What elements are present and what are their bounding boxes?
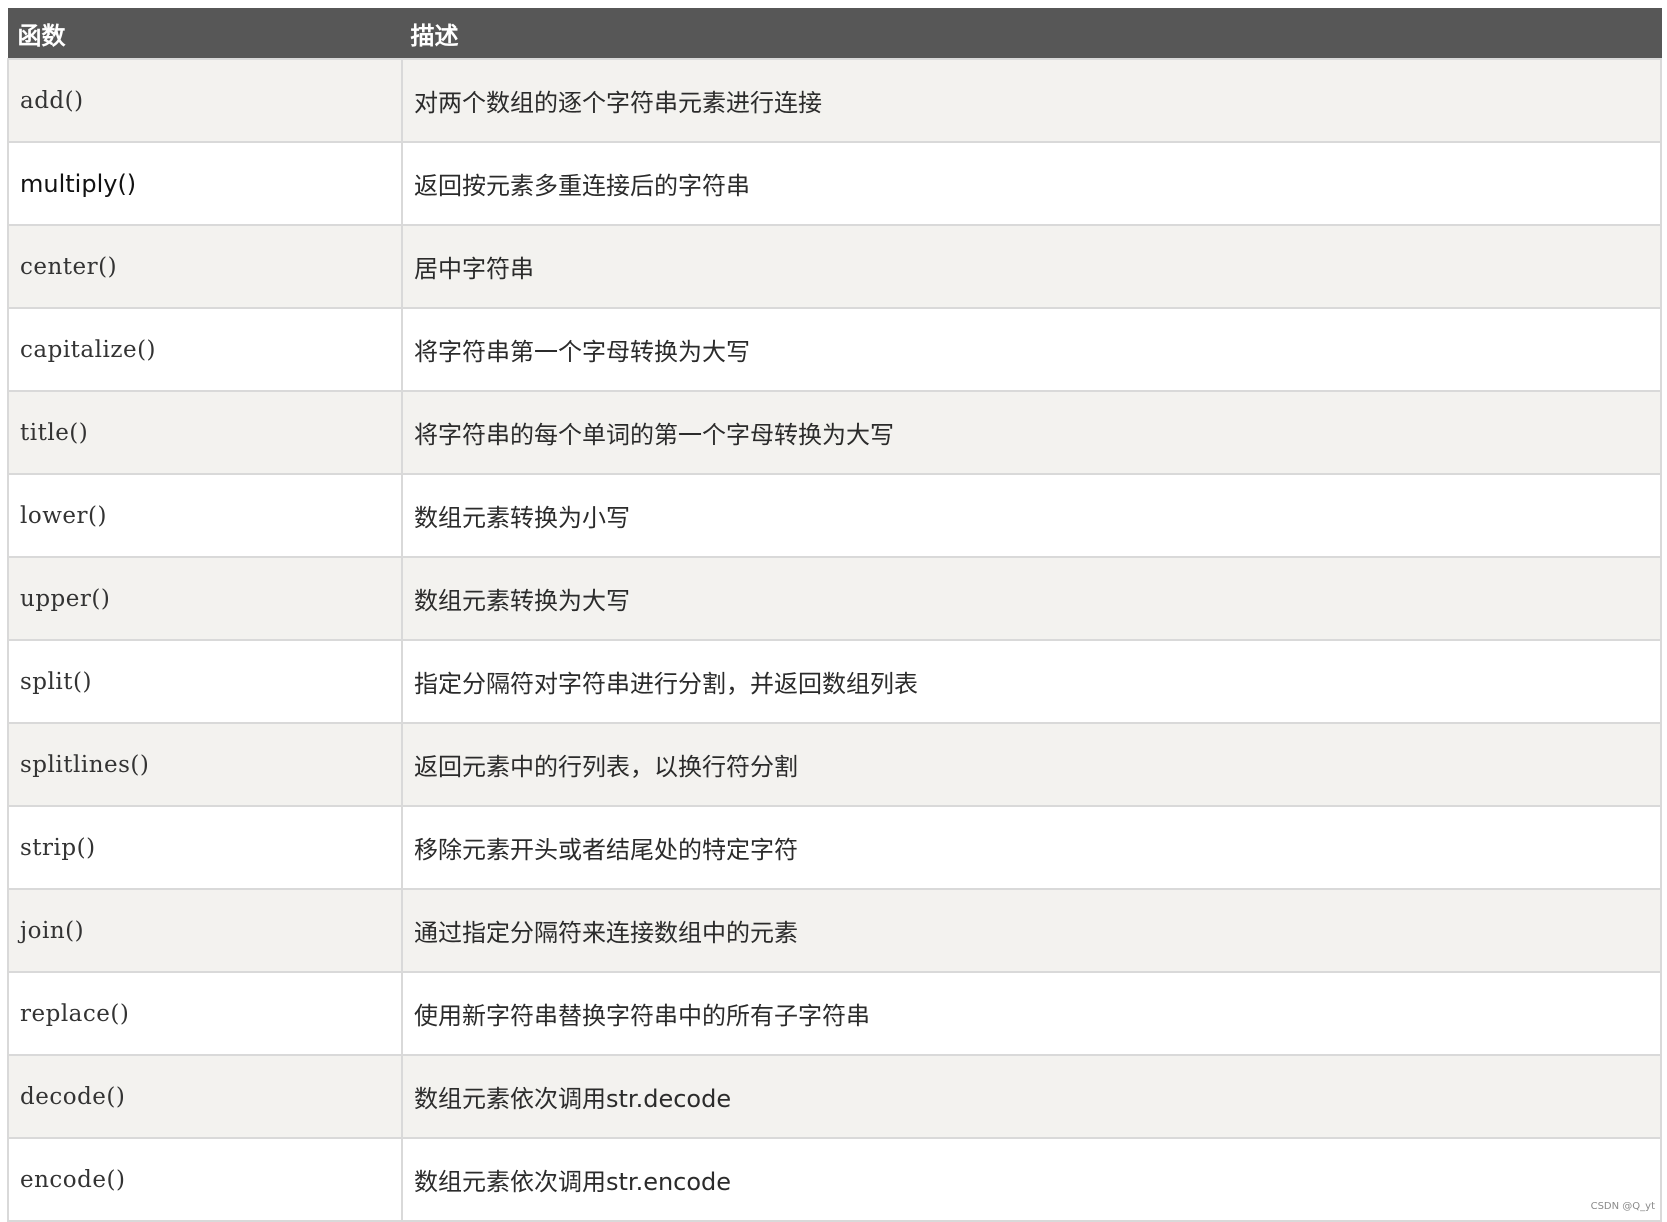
function-name: title() — [7, 390, 403, 475]
function-name: splitlines() — [7, 722, 403, 807]
table-row: title() 将字符串的每个单词的第一个字母转换为大写 — [7, 390, 1662, 475]
function-name: add() — [7, 58, 403, 143]
function-description: 移除元素开头或者结尾处的特定字符 — [401, 805, 1662, 890]
table-row: encode() 数组元素依次调用str.encode — [7, 1137, 1662, 1222]
function-description: 数组元素转换为小写 — [401, 473, 1662, 558]
table-row: multiply() 返回按元素多重连接后的字符串 — [7, 141, 1662, 226]
function-name: strip() — [7, 805, 403, 890]
function-name: multiply() — [7, 141, 403, 226]
table-row: decode() 数组元素依次调用str.decode — [7, 1054, 1662, 1139]
function-description: 将字符串第一个字母转换为大写 — [401, 307, 1662, 392]
function-description: 返回按元素多重连接后的字符串 — [401, 141, 1662, 226]
function-name: center() — [7, 224, 403, 309]
function-name: capitalize() — [7, 307, 403, 392]
function-name: encode() — [7, 1137, 403, 1222]
table-row: add() 对两个数组的逐个字符串元素进行连接 — [7, 58, 1662, 143]
watermark: CSDN @Q_yt — [1590, 1201, 1655, 1212]
table-row: lower() 数组元素转换为小写 — [7, 473, 1662, 558]
table-row: split() 指定分隔符对字符串进行分割，并返回数组列表 — [7, 639, 1662, 724]
function-name: split() — [7, 639, 403, 724]
table-header: 函数 描述 — [7, 8, 1662, 60]
function-name: join() — [7, 888, 403, 973]
table-row: splitlines() 返回元素中的行列表，以换行符分割 — [7, 722, 1662, 807]
table-row: replace() 使用新字符串替换字符串中的所有子字符串 — [7, 971, 1662, 1056]
function-name: decode() — [7, 1054, 403, 1139]
page: 函数 描述 add() 对两个数组的逐个字符串元素进行连接 multiply()… — [7, 8, 1662, 1222]
function-description: 通过指定分隔符来连接数组中的元素 — [401, 888, 1662, 973]
function-name: lower() — [7, 473, 403, 558]
table-row: capitalize() 将字符串第一个字母转换为大写 — [7, 307, 1662, 392]
function-description: 指定分隔符对字符串进行分割，并返回数组列表 — [401, 639, 1662, 724]
function-description: 数组元素依次调用str.decode — [401, 1054, 1662, 1139]
function-description: 使用新字符串替换字符串中的所有子字符串 — [401, 971, 1662, 1056]
table-row: strip() 移除元素开头或者结尾处的特定字符 — [7, 805, 1662, 890]
header-description: 描述 — [401, 8, 1662, 60]
function-name: replace() — [7, 971, 403, 1056]
table-row: center() 居中字符串 — [7, 224, 1662, 309]
table-row: join() 通过指定分隔符来连接数组中的元素 — [7, 888, 1662, 973]
function-description: 将字符串的每个单词的第一个字母转换为大写 — [401, 390, 1662, 475]
table-body: add() 对两个数组的逐个字符串元素进行连接 multiply() 返回按元素… — [7, 58, 1662, 1222]
function-description: 数组元素依次调用str.encode — [401, 1137, 1662, 1222]
function-name: upper() — [7, 556, 403, 641]
header-function: 函数 — [7, 8, 403, 60]
function-description: 对两个数组的逐个字符串元素进行连接 — [401, 58, 1662, 143]
table-row: upper() 数组元素转换为大写 — [7, 556, 1662, 641]
function-description: 数组元素转换为大写 — [401, 556, 1662, 641]
function-description: 居中字符串 — [401, 224, 1662, 309]
function-description: 返回元素中的行列表，以换行符分割 — [401, 722, 1662, 807]
header-row: 函数 描述 — [7, 8, 1662, 60]
function-table: 函数 描述 add() 对两个数组的逐个字符串元素进行连接 multiply()… — [7, 8, 1662, 1222]
